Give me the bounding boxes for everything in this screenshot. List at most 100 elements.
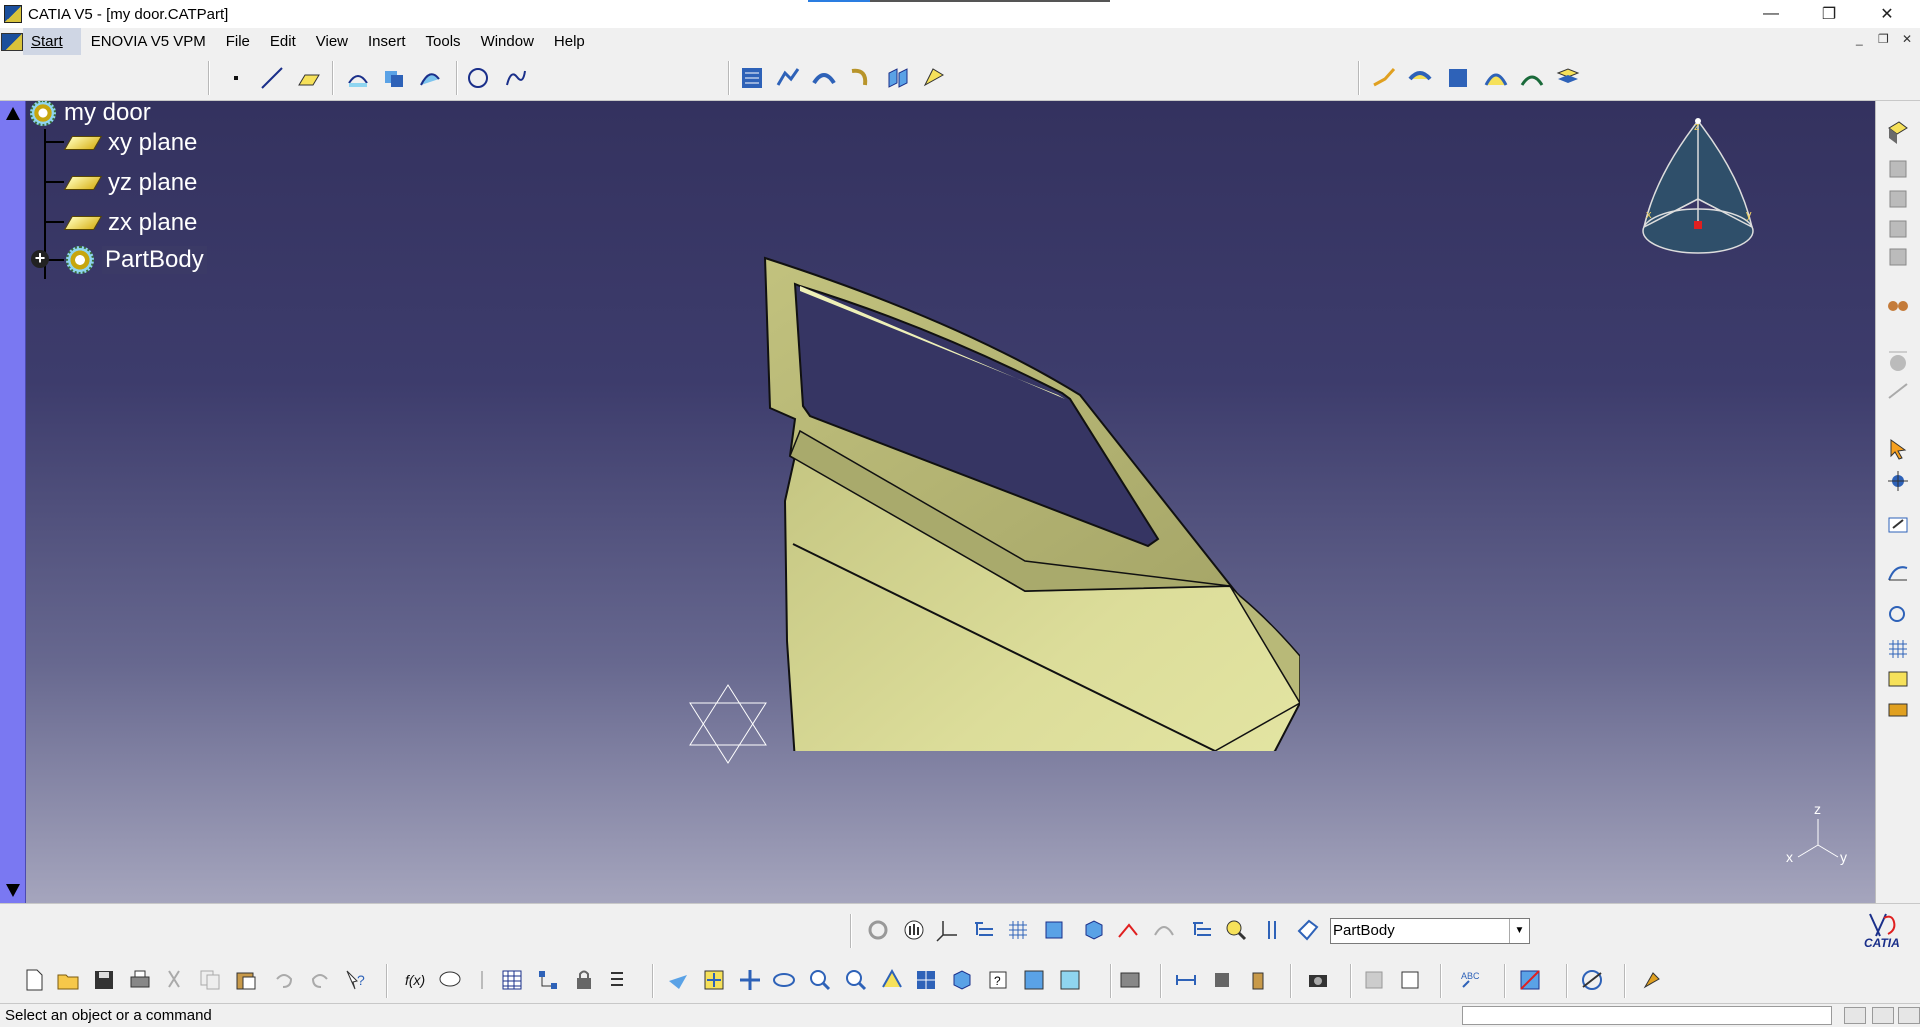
surface-icon[interactable]	[810, 64, 838, 92]
snap-icon[interactable]	[1884, 467, 1912, 495]
whats-this-icon[interactable]: ?	[342, 966, 370, 994]
menu-file[interactable]: File	[216, 28, 260, 55]
door-model[interactable]	[740, 151, 1300, 751]
grid-icon[interactable]	[1004, 916, 1032, 944]
table-icon[interactable]	[498, 966, 526, 994]
analysis-icon[interactable]	[1516, 966, 1544, 994]
hand-icon[interactable]	[900, 916, 928, 944]
doc-minimize-button[interactable]: _	[1856, 32, 1863, 46]
formula-icon[interactable]	[1884, 349, 1912, 377]
surface-shape-icon[interactable]	[1150, 916, 1178, 944]
projection-icon[interactable]	[344, 64, 372, 92]
undo-icon[interactable]	[270, 966, 298, 994]
ruler-icon[interactable]	[1258, 916, 1286, 944]
sketch-icon[interactable]	[1884, 511, 1912, 539]
sketch-analysis-icon[interactable]	[1396, 966, 1424, 994]
fill-icon[interactable]	[884, 64, 912, 92]
scroll-up-arrow-icon[interactable]	[6, 107, 20, 120]
operations-icon[interactable]	[920, 64, 948, 92]
new-icon[interactable]	[20, 966, 48, 994]
status-button[interactable]	[1872, 1007, 1894, 1024]
lookup-icon[interactable]	[1222, 916, 1250, 944]
multi-view-icon[interactable]	[912, 966, 940, 994]
paste-icon[interactable]	[232, 966, 260, 994]
render-style-icon[interactable]	[1884, 117, 1912, 145]
measure-item-icon[interactable]	[1208, 966, 1236, 994]
menu-edit[interactable]: Edit	[260, 28, 306, 55]
tree-scrollbar[interactable]	[0, 101, 26, 903]
repeat-icon[interactable]	[864, 916, 892, 944]
curve-creation-icon[interactable]	[774, 64, 802, 92]
spline-icon[interactable]	[502, 64, 530, 92]
shape-icon[interactable]	[1080, 916, 1108, 944]
tree-node-yz-plane[interactable]: yz plane	[63, 169, 197, 197]
plane-icon[interactable]	[294, 64, 322, 92]
start-menu-icon[interactable]	[1, 32, 23, 51]
law-icon[interactable]	[1884, 377, 1912, 405]
solid-icon[interactable]	[1040, 916, 1068, 944]
open-icon[interactable]	[54, 966, 82, 994]
connect-icon[interactable]	[1578, 966, 1606, 994]
camera-icon[interactable]	[1304, 966, 1332, 994]
normal-view-icon[interactable]	[878, 966, 906, 994]
maximize-button[interactable]: ❐	[1800, 0, 1858, 28]
analysis-icon[interactable]	[1884, 557, 1912, 585]
tree-node-root[interactable]: my door	[30, 101, 151, 127]
menu-enovia[interactable]: ENOVIA V5 VPM	[81, 28, 216, 55]
lock-icon[interactable]	[570, 966, 598, 994]
status-button[interactable]	[1844, 1007, 1866, 1024]
tree-icon[interactable]	[970, 916, 998, 944]
close-button[interactable]: ✕	[1858, 0, 1916, 28]
list-icon[interactable]	[606, 966, 634, 994]
menu-start[interactable]: Start	[23, 28, 81, 55]
menu-window[interactable]: Window	[471, 28, 544, 55]
point-cloud-icon[interactable]	[1114, 916, 1142, 944]
view-icon[interactable]	[1884, 215, 1912, 243]
swap-visible-icon[interactable]	[1056, 966, 1084, 994]
menu-help[interactable]: Help	[544, 28, 595, 55]
measure-icon[interactable]	[468, 966, 496, 994]
grid-icon[interactable]	[1884, 635, 1912, 663]
tool-icon[interactable]	[1638, 966, 1666, 994]
intersection-icon[interactable]	[380, 64, 408, 92]
fly-icon[interactable]	[664, 966, 692, 994]
cut-icon[interactable]	[160, 966, 188, 994]
rotate-icon[interactable]	[770, 966, 798, 994]
select-arrow-icon[interactable]	[1884, 435, 1912, 463]
doc-restore-button[interactable]: ❐	[1878, 32, 1889, 46]
tree-node-partbody[interactable]: PartBody	[66, 246, 207, 274]
swap-icon[interactable]	[1020, 966, 1048, 994]
current-body-icon[interactable]	[1294, 916, 1322, 944]
hierarchy-icon[interactable]	[534, 966, 562, 994]
iso-view-icon[interactable]	[948, 966, 976, 994]
redo-icon[interactable]	[306, 966, 334, 994]
expand-icon[interactable]: +	[31, 249, 49, 268]
axis-icon[interactable]	[934, 916, 962, 944]
catalog-icon[interactable]	[1884, 291, 1912, 319]
repeat-icon[interactable]	[1884, 601, 1912, 629]
insert-icon[interactable]	[1884, 665, 1912, 693]
extrapolate-icon[interactable]	[1406, 64, 1434, 92]
tree-node-zx-plane[interactable]: zx plane	[63, 209, 197, 237]
line-icon[interactable]	[258, 64, 286, 92]
exit-icon[interactable]	[1884, 695, 1912, 723]
chevron-down-icon[interactable]: ▼	[1509, 919, 1529, 943]
save-icon[interactable]	[90, 966, 118, 994]
menu-view[interactable]: View	[306, 28, 358, 55]
doc-close-button[interactable]: ✕	[1902, 32, 1912, 46]
view-icon[interactable]	[1884, 155, 1912, 183]
inertia-icon[interactable]	[1244, 966, 1272, 994]
scroll-down-arrow-icon[interactable]	[6, 884, 20, 897]
print-icon[interactable]	[126, 966, 154, 994]
zoom-out-icon[interactable]	[842, 966, 870, 994]
spell-check-icon[interactable]: ABC	[1458, 966, 1486, 994]
minimize-button[interactable]: —	[1742, 0, 1800, 28]
tree-expand-icon[interactable]	[1188, 916, 1216, 944]
zoom-in-icon[interactable]	[806, 966, 834, 994]
menu-tools[interactable]: Tools	[416, 28, 471, 55]
sketch-tracer-icon[interactable]	[738, 64, 766, 92]
extract-icon[interactable]	[1518, 64, 1546, 92]
point-icon[interactable]	[222, 64, 250, 92]
fillet-icon[interactable]	[1444, 64, 1472, 92]
catia-app-icon[interactable]	[4, 5, 22, 23]
